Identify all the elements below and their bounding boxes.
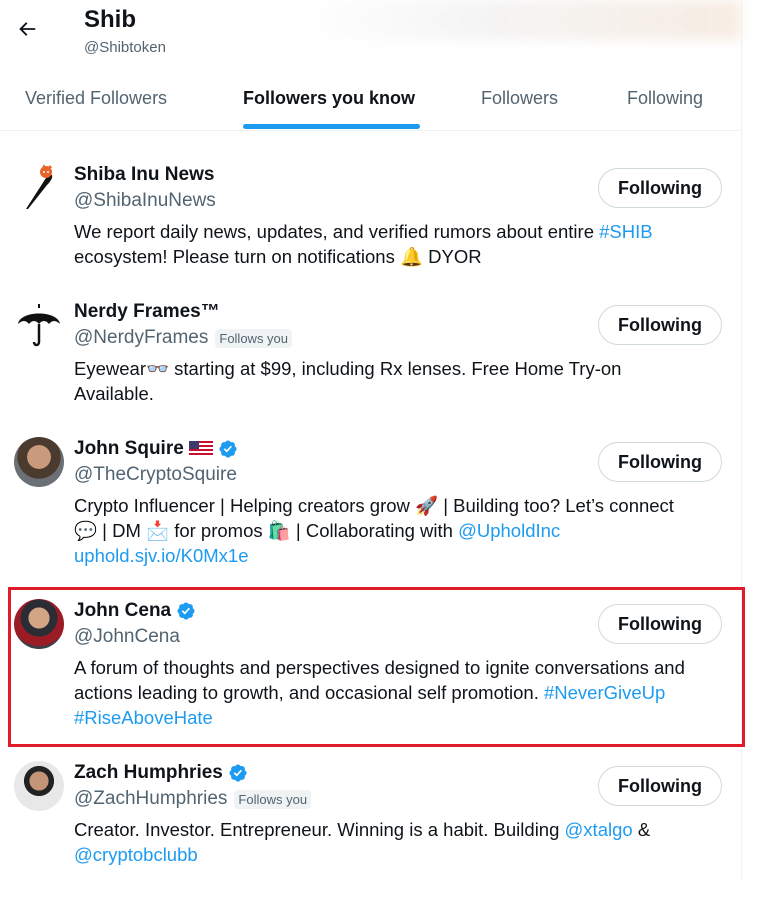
following-button[interactable]: Following (598, 766, 722, 806)
tab-following[interactable]: Following (627, 72, 703, 130)
mention-link[interactable]: @xtalgo (565, 819, 633, 840)
user-handle[interactable]: @ShibaInuNews (74, 190, 216, 212)
following-button[interactable]: Following (598, 168, 722, 208)
back-button[interactable] (10, 12, 44, 46)
user-handle[interactable]: @TheCryptoSquire (74, 464, 237, 486)
avatar[interactable] (14, 300, 64, 350)
header-backdrop (300, 0, 741, 40)
url-link[interactable]: uphold.sjv.io/K0Mx1e (74, 545, 248, 566)
tab-followers[interactable]: Followers (481, 72, 558, 130)
avatar[interactable] (14, 163, 64, 213)
user-handle[interactable]: @ZachHumphries (74, 788, 227, 810)
user-handle[interactable]: @NerdyFrames (74, 327, 208, 349)
bio-text: ecosystem! Please turn on notifications … (74, 246, 482, 267)
bio-text: We report daily news, updates, and verif… (74, 221, 600, 242)
bio-text: Available. (74, 383, 154, 404)
column-border (741, 0, 742, 880)
page-title: Shib (84, 6, 136, 33)
bio-text: & (632, 819, 651, 840)
avatar[interactable] (14, 761, 64, 811)
bio-text: Eyewear👓 starting at $99, including Rx l… (74, 358, 622, 379)
us-flag-icon (188, 441, 213, 457)
active-tab-indicator (243, 124, 420, 129)
arrow-left-icon (19, 22, 36, 36)
mention-link[interactable]: @cryptobclubb (74, 844, 198, 865)
follows-you-badge: Follows you (215, 328, 293, 348)
avatar[interactable] (14, 437, 64, 487)
following-button[interactable]: Following (598, 442, 722, 482)
tab-verified-followers[interactable]: Verified Followers (25, 72, 167, 130)
tab-followers-you-know[interactable]: Followers you know (243, 72, 415, 130)
user-bio: Creator. Investor. Entrepreneur. Winning… (74, 817, 734, 867)
user-row[interactable]: John Squire @TheCryptoSquire Following C… (0, 424, 741, 580)
verified-badge-icon[interactable] (228, 763, 248, 783)
mention-link[interactable]: @UpholdInc (458, 520, 560, 541)
page-handle: @Shibtoken (84, 39, 166, 56)
user-bio: We report daily news, updates, and verif… (74, 219, 734, 269)
bio-text: Crypto Influencer | Helping creators gro… (74, 495, 674, 516)
user-name[interactable]: Shiba Inu News (74, 164, 214, 186)
user-name[interactable]: John Squire (74, 438, 184, 460)
user-row[interactable]: Shiba Inu News @ShibaInuNews Following W… (0, 150, 741, 280)
user-bio: Crypto Influencer | Helping creators gro… (74, 493, 734, 568)
profile-header: Shib @Shibtoken Verified Followers Follo… (0, 0, 741, 130)
verified-badge-icon[interactable] (218, 439, 238, 459)
user-name[interactable]: Nerdy Frames™ (74, 301, 220, 323)
bio-text: Creator. Investor. Entrepreneur. Winning… (74, 819, 565, 840)
following-button[interactable]: Following (598, 305, 722, 345)
header-divider (0, 130, 741, 131)
hashtag-link[interactable]: #SHIB (599, 221, 652, 242)
bio-text: 💬 | DM 📩 for promos 🛍️ | Collaborating w… (74, 520, 459, 541)
highlight-box (8, 587, 745, 747)
tab-bar: Verified Followers Followers you know Fo… (0, 72, 741, 130)
user-row[interactable]: Zach Humphries @ZachHumphries Follows yo… (0, 748, 741, 878)
user-bio: Eyewear👓 starting at $99, including Rx l… (74, 356, 734, 406)
umbrella-logo-icon (18, 304, 60, 347)
follows-you-badge: Follows you (234, 789, 312, 809)
user-name[interactable]: Zach Humphries (74, 762, 223, 784)
quill-logo-icon (26, 164, 53, 209)
user-row[interactable]: Nerdy Frames™ @NerdyFrames Follows you F… (0, 287, 741, 417)
